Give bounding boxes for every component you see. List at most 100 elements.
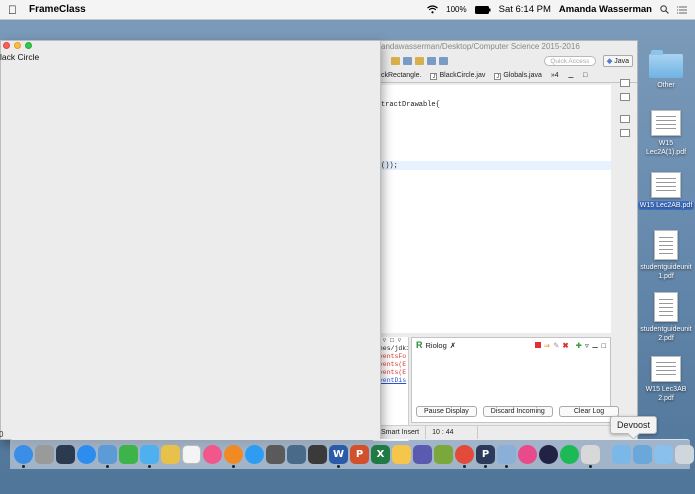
eclipse-window[interactable]: andawasserman/Desktop/Computer Science 2… [372, 40, 638, 441]
outline-view-icon[interactable] [620, 79, 630, 87]
dock-time-machine-icon[interactable] [287, 445, 306, 464]
dock-folder-stack-icon[interactable] [612, 445, 631, 464]
tab-blackrectangle[interactable]: ckRectangle. [381, 72, 421, 79]
back-arrow-icon[interactable] [427, 57, 436, 65]
desktop-icon-studentguideunit2[interactable]: studentguideunit 2.pdf [636, 292, 695, 343]
running-indicator [148, 465, 151, 468]
remove-launch-icon[interactable]: ✖ [562, 341, 568, 350]
code-editor[interactable]: tractDrawable{ ()); [373, 85, 611, 333]
dock-tooltip: Devpost [610, 416, 658, 434]
dock-ball-app-icon[interactable] [539, 445, 558, 464]
black-circle-frame-window[interactable]: lack Circle 0 [0, 40, 381, 440]
dock-calendar-icon[interactable] [182, 445, 201, 464]
minimize-view-icon[interactable]: ⚊ [568, 72, 574, 80]
new-icon[interactable] [391, 57, 400, 65]
dock-app-store-icon[interactable] [77, 445, 96, 464]
desktop-icon-w15-lec2ab[interactable]: W15 Lec2AB.pdf [636, 172, 695, 210]
riolog-tab-close-icon[interactable]: ✗ [450, 341, 456, 350]
dock-downloads-stack-icon[interactable] [633, 445, 652, 464]
wifi-icon[interactable] [427, 5, 439, 14]
build-icon[interactable] [403, 57, 412, 65]
dock-notes-icon[interactable] [161, 445, 180, 464]
view-menu-icon[interactable]: ▿ [585, 341, 589, 350]
apple-menu-icon[interactable]:  [8, 3, 17, 17]
dock-word-icon[interactable]: W [329, 445, 348, 468]
spotlight-search-icon[interactable] [660, 5, 669, 14]
battery-icon[interactable] [474, 5, 491, 14]
dock-powerpoint-icon[interactable]: P [350, 445, 369, 464]
minimize-window-button[interactable] [14, 42, 21, 49]
dock-chrome-icon[interactable] [455, 445, 474, 468]
desktop-icon-w15-lec3ab[interactable]: W15 Lec3AB 2.pdf [636, 356, 695, 403]
riolog-title[interactable]: Riolog [426, 341, 447, 350]
dock: WPXP [10, 439, 694, 469]
running-indicator [484, 465, 487, 468]
hierarchy-icon[interactable] [620, 115, 630, 123]
clear-console-icon[interactable]: ✎ [553, 341, 559, 350]
side-trim [613, 73, 637, 373]
dock-ibooks-icon[interactable] [224, 445, 243, 468]
app-name-menu[interactable]: FrameClass [29, 4, 86, 15]
dock-itunes-icon[interactable] [203, 445, 222, 464]
pause-display-button[interactable]: Pause Display [416, 406, 477, 417]
forward-arrow-icon[interactable] [439, 57, 448, 65]
riolog-logo-icon: R [416, 340, 423, 350]
dock-spotify-icon[interactable] [560, 445, 579, 464]
dock-messages-icon[interactable] [140, 445, 159, 468]
open-icon[interactable] [415, 57, 424, 65]
zoom-window-button[interactable] [25, 42, 32, 49]
tab-globals[interactable]: J Globals.java [494, 72, 542, 80]
pdf-document-icon [651, 110, 681, 136]
dock-mission-control-icon[interactable] [56, 445, 75, 464]
desktop-icon-other[interactable]: Other [636, 50, 695, 90]
quick-access-input[interactable]: Quick Access [543, 56, 596, 66]
stop-icon[interactable] [534, 342, 541, 348]
clear-log-button[interactable]: Clear Log [558, 406, 620, 417]
dock-trash-icon[interactable] [675, 445, 694, 464]
clock[interactable]: Sat 6:14 PM [499, 4, 551, 15]
dock-pinwheel-icon[interactable] [518, 445, 537, 464]
dock-installer-icon[interactable] [581, 445, 600, 468]
dock-preview-icon[interactable] [98, 445, 117, 468]
maximize-view-icon[interactable]: □ [601, 341, 606, 350]
dock-facetime-icon[interactable] [119, 445, 138, 464]
user-menu[interactable]: Amanda Wasserman [559, 4, 652, 15]
desktop-icon-label: W15 Lec2A(1).pdf [645, 140, 687, 156]
structure-icon[interactable] [620, 129, 630, 137]
riolog-view[interactable]: R Riolog ✗ ⇒ ✎ ✖ ✚ ▿ ⚊ □ Pause Display D… [411, 337, 620, 423]
perspective-label: Java [614, 58, 629, 65]
dock-glyph: X [376, 449, 385, 460]
desktop-icon-studentguideunit1[interactable]: studentguideunit 1.pdf [636, 230, 695, 281]
running-indicator [505, 465, 508, 468]
maximize-view-icon[interactable]: □ [583, 72, 587, 79]
tab-blackcircle[interactable]: J BlackCircle.jav [430, 72, 485, 80]
current-line-highlight [373, 161, 611, 170]
minimize-view-icon[interactable]: ⚊ [592, 341, 599, 350]
discard-incoming-button[interactable]: Discard Incoming [482, 406, 553, 417]
dock-safari-icon[interactable] [245, 445, 264, 464]
dock-launchpad-icon[interactable] [35, 445, 54, 464]
dock-steam-icon[interactable] [308, 445, 327, 464]
dock-photo-booth-icon[interactable] [497, 445, 516, 468]
running-indicator [463, 465, 466, 468]
notification-center-icon[interactable] [677, 5, 687, 14]
tab-overflow[interactable]: »4 [551, 72, 559, 79]
perspective-java-button[interactable]: ◆ Java [602, 55, 633, 67]
dock-p-app-icon[interactable]: P [476, 445, 495, 468]
dock-glyph: P [355, 449, 364, 460]
dock-finder-icon[interactable] [14, 445, 33, 468]
editor-tabs: ckRectangle. J BlackCircle.jav J Globals.j… [373, 69, 637, 83]
dock-excel-icon[interactable]: X [371, 445, 390, 464]
dock-documents-stack-icon[interactable] [654, 445, 673, 464]
dock-chess-icon[interactable] [266, 445, 285, 464]
pin-icon[interactable]: ✚ [576, 341, 582, 350]
task-list-icon[interactable] [620, 93, 630, 101]
dock-eclipse-icon[interactable] [413, 445, 432, 464]
code-line: ()); [381, 162, 398, 170]
dock-photos-icon[interactable] [392, 445, 411, 464]
dock-mail-icon[interactable] [434, 445, 453, 464]
reconnect-icon[interactable]: ⇒ [544, 341, 550, 350]
desktop-icon-label: W15 Lec3AB 2.pdf [645, 386, 687, 402]
desktop-icon-w15-lec2a[interactable]: W15 Lec2A(1).pdf [636, 110, 695, 157]
close-window-button[interactable] [3, 42, 10, 49]
